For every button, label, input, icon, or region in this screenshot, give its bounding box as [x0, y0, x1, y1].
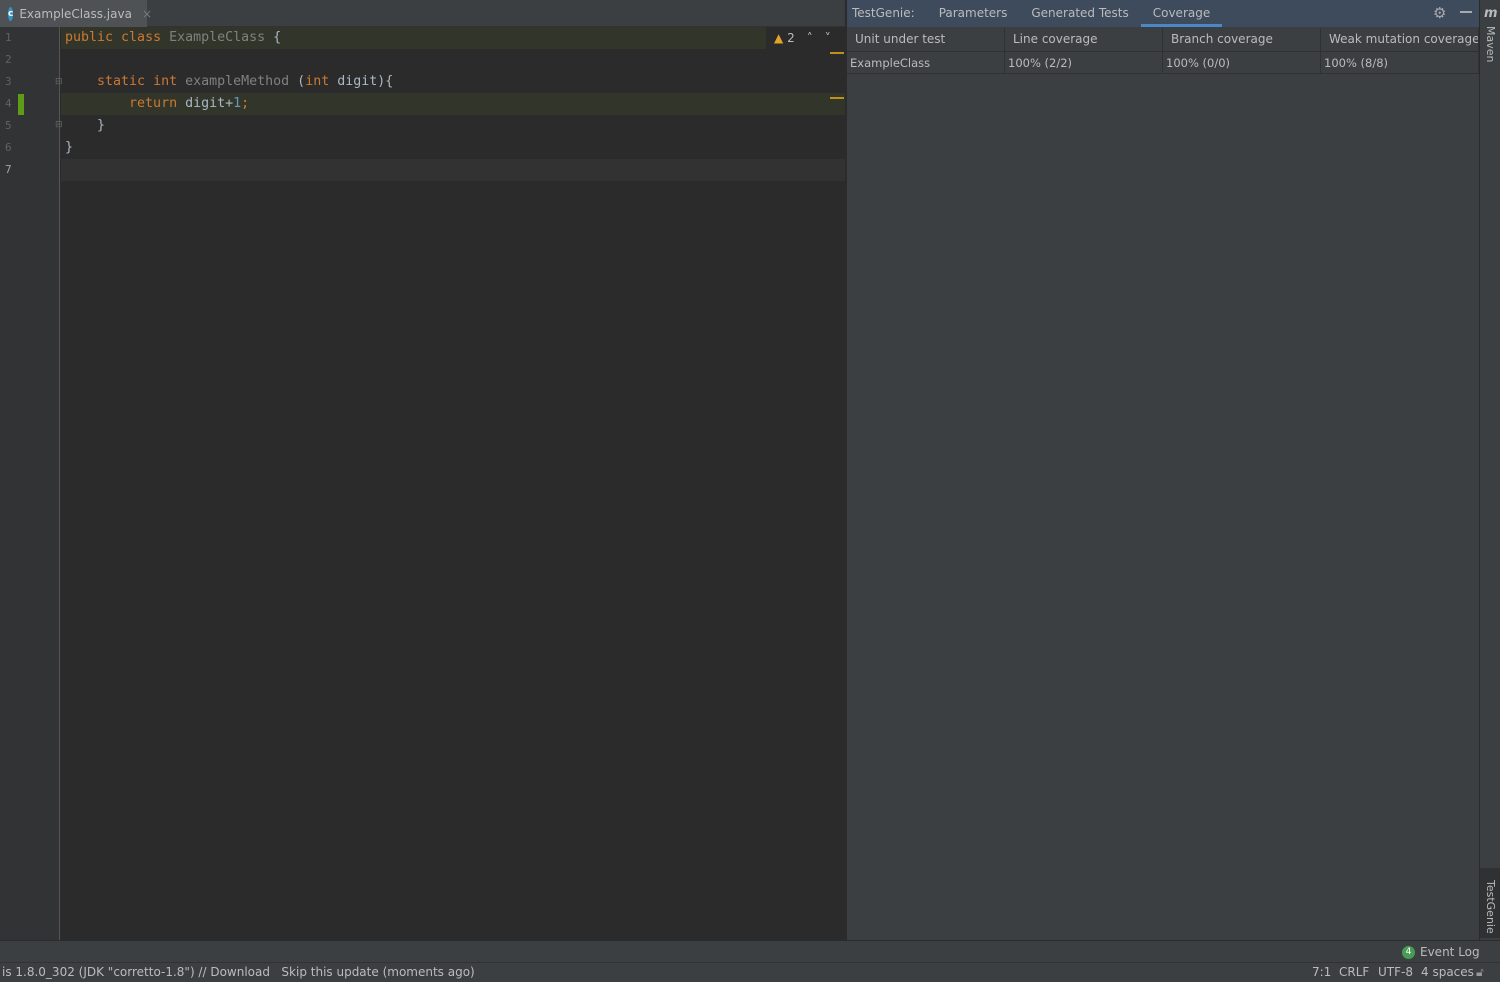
chevron-down-icon[interactable]: ˅ [825, 31, 831, 45]
column-header[interactable]: Unit under test [847, 28, 1005, 51]
chevron-up-icon[interactable]: ˄ [807, 31, 813, 45]
code-token: static [65, 74, 154, 89]
code-token: ; [241, 96, 250, 111]
warning-count: 2 [787, 31, 795, 45]
code-line[interactable]: return digit+1; [61, 93, 845, 115]
column-header[interactable]: Weak mutation coverage [1321, 28, 1479, 51]
testgenie-tool-button[interactable]: TestGenie [1484, 880, 1497, 934]
table-row[interactable]: ExampleClass 100% (2/2) 100% (0/0) 100% … [847, 52, 1479, 74]
testgenie-panel: TestGenie: Parameters Generated Tests Co… [846, 0, 1480, 940]
code-token: digit){ [337, 74, 394, 89]
code-token: digit+ [185, 96, 234, 111]
lock-icon[interactable]: 🔓︎ [1476, 963, 1484, 982]
line-separator[interactable]: CRLF [1339, 963, 1369, 982]
code-line[interactable] [61, 159, 845, 181]
line-coverage-cell: 100% (2/2) [1005, 52, 1163, 73]
panel-tab-bar: TestGenie: Parameters Generated Tests Co… [847, 0, 1480, 27]
code-token: exampleMethod [185, 74, 298, 89]
file-encoding[interactable]: UTF-8 [1378, 963, 1413, 982]
tab-generated-tests[interactable]: Generated Tests [1019, 0, 1140, 27]
indent-setting[interactable]: 4 spaces [1421, 963, 1474, 982]
code-token: 1 [233, 96, 242, 111]
column-header[interactable]: Branch coverage [1163, 28, 1321, 51]
file-tab[interactable]: c ExampleClass.java × [0, 0, 152, 27]
editor-gutter: ⊟ ⊟ 1234567 [0, 27, 63, 940]
event-count-badge: 4 [1402, 945, 1415, 959]
code-token: } [65, 118, 106, 133]
caret-position[interactable]: 7:1 [1312, 963, 1331, 982]
code-line[interactable]: public class ExampleClass { [61, 27, 845, 49]
close-icon[interactable]: × [142, 7, 152, 21]
code-token: } [65, 140, 74, 155]
line-number: 4 [5, 97, 12, 110]
line-number: 3 [5, 75, 12, 88]
code-token: class [121, 30, 170, 45]
code-editor[interactable]: public class ExampleClass { static int e… [61, 27, 845, 940]
status-bar: is 1.8.0_302 (JDK "corretto-1.8") // Dow… [0, 962, 1500, 982]
code-token: ExampleClass [169, 30, 274, 45]
status-message[interactable]: is 1.8.0_302 (JDK "corretto-1.8") // Dow… [2, 963, 475, 982]
code-token: int [305, 74, 338, 89]
code-line[interactable]: } [61, 137, 845, 159]
column-header[interactable]: Line coverage [1005, 28, 1163, 51]
bottom-tool-bar: 4 Event Log [0, 940, 1500, 962]
line-number: 7 [5, 163, 12, 176]
code-line[interactable] [61, 49, 845, 71]
code-line[interactable]: static int exampleMethod (int digit){ [61, 71, 845, 93]
minimize-icon[interactable] [1460, 11, 1472, 13]
tab-parameters[interactable]: Parameters [927, 0, 1020, 27]
class-c-icon: c [8, 6, 14, 21]
editor-tab-bar: c ExampleClass.java × [0, 0, 845, 27]
line-number: 1 [5, 31, 12, 44]
code-token: public [65, 30, 122, 45]
maven-icon[interactable]: m [1484, 6, 1498, 21]
gear-icon[interactable]: ⚙ [1433, 4, 1446, 22]
code-token: { [273, 30, 282, 45]
line-number: 6 [5, 141, 12, 154]
warning-icon: ▲ [774, 31, 784, 45]
code-token: ( [297, 74, 306, 89]
code-token: int [153, 74, 186, 89]
event-log-button[interactable]: 4 Event Log [1402, 945, 1480, 959]
file-tab-label: ExampleClass.java [19, 6, 132, 21]
tab-coverage[interactable]: Coverage [1140, 0, 1223, 27]
line-number: 2 [5, 53, 12, 66]
mutation-coverage-cell: 100% (8/8) [1321, 52, 1479, 73]
right-tool-stripe: m Maven TestGenie [1479, 0, 1500, 940]
code-line[interactable]: } [61, 115, 845, 137]
line-number: 5 [5, 119, 12, 132]
unit-cell: ExampleClass [847, 52, 1005, 73]
code-token: return [65, 96, 186, 111]
maven-tool-button[interactable]: Maven [1484, 26, 1497, 62]
branch-coverage-cell: 100% (0/0) [1163, 52, 1321, 73]
event-log-label: Event Log [1420, 945, 1480, 959]
table-header: Unit under test Line coverage Branch cov… [847, 28, 1479, 52]
coverage-table: Unit under test Line coverage Branch cov… [847, 28, 1479, 74]
inspection-widget[interactable]: ▲ 2 ˄ ˅ [768, 29, 837, 47]
panel-title: TestGenie: [852, 6, 915, 20]
